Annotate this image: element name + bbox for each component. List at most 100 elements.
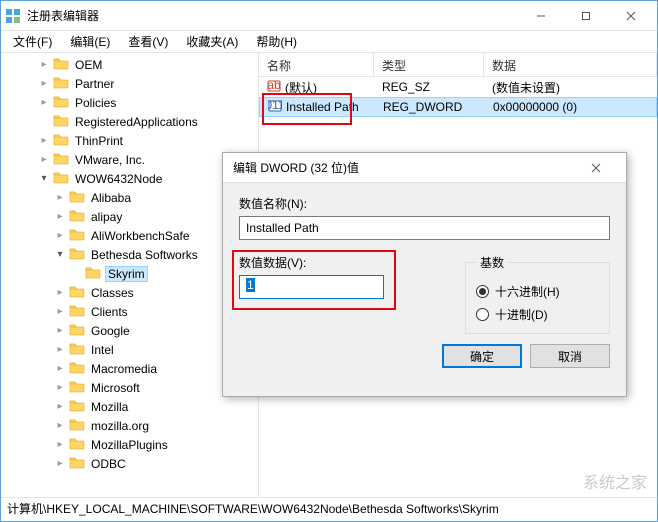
menu-edit[interactable]: 编辑(E) [62, 31, 118, 52]
regedit-icon [5, 8, 21, 24]
tree-item-alipay[interactable]: ▸ alipay [1, 207, 258, 226]
folder-icon [51, 170, 73, 187]
tree-item-mozilla-org[interactable]: ▸mozilla.org [1, 416, 258, 435]
menu-view[interactable]: 查看(V) [120, 31, 176, 52]
folder-icon [51, 113, 73, 130]
tree-item-skyrim[interactable]: Skyrim [1, 264, 258, 283]
maximize-button[interactable] [563, 2, 608, 30]
folder-icon [51, 132, 73, 149]
value-input[interactable]: 1 [239, 275, 384, 299]
folder-icon [67, 246, 89, 263]
folder-icon [67, 360, 89, 377]
radix-dec-option[interactable]: 十进制(D) [476, 306, 599, 323]
chevron-right-icon[interactable]: ▸ [53, 286, 67, 300]
chevron-right-icon[interactable]: ▸ [37, 134, 51, 148]
minimize-button[interactable] [518, 2, 563, 30]
list-header: 名称 类型 数据 [259, 53, 657, 77]
name-input[interactable] [239, 216, 610, 240]
tree-item-thinprint[interactable]: ▸ThinPrint [1, 131, 258, 150]
spacer [37, 115, 51, 129]
tree-label: Partner [73, 76, 116, 92]
tree-item-classes[interactable]: ▸ Classes [1, 283, 258, 302]
chevron-right-icon[interactable]: ▸ [53, 305, 67, 319]
titlebar: 注册表编辑器 [1, 1, 657, 31]
list-row[interactable]: 011Installed PathREG_DWORD0x00000000 (0) [259, 97, 657, 117]
column-type[interactable]: 类型 [374, 53, 484, 76]
tree-panel[interactable]: ▸OEM▸Partner▸PoliciesRegisteredApplicati… [1, 53, 259, 497]
spacer [69, 267, 83, 281]
chevron-right-icon[interactable]: ▸ [53, 324, 67, 338]
folder-icon [51, 151, 73, 168]
folder-icon [67, 417, 89, 434]
chevron-right-icon[interactable]: ▸ [37, 96, 51, 110]
folder-icon [67, 208, 89, 225]
column-data[interactable]: 数据 [484, 53, 657, 76]
svg-text:ab: ab [267, 79, 281, 92]
ok-button[interactable]: 确定 [442, 344, 522, 368]
tree-item-google[interactable]: ▸Google [1, 321, 258, 340]
tree-item-oem[interactable]: ▸OEM [1, 55, 258, 74]
column-name[interactable]: 名称 [259, 53, 374, 76]
folder-icon [51, 75, 73, 92]
chevron-right-icon[interactable]: ▸ [37, 77, 51, 91]
tree-label: Policies [73, 95, 118, 111]
chevron-right-icon[interactable]: ▸ [53, 362, 67, 376]
tree-item-aliworkbenchsafe[interactable]: ▸ AliWorkbenchSafe [1, 226, 258, 245]
close-button[interactable] [608, 2, 653, 30]
value-data: 0x00000000 (0) [485, 100, 656, 114]
tree-label: Microsoft [89, 380, 142, 396]
tree-item-clients[interactable]: ▸ Clients [1, 302, 258, 321]
tree-item-registeredapplications[interactable]: RegisteredApplications [1, 112, 258, 131]
tree-label: WOW6432Node [73, 171, 164, 187]
dialog-title: 编辑 DWORD (32 位)值 [233, 159, 576, 176]
tree-item-macromedia[interactable]: ▸Macromedia [1, 359, 258, 378]
chevron-down-icon[interactable]: ▾ [37, 172, 51, 186]
tree-item-vmware-inc-[interactable]: ▸ VMware, Inc. [1, 150, 258, 169]
chevron-right-icon[interactable]: ▸ [53, 400, 67, 414]
list-row[interactable]: ab(默认)REG_SZ(数值未设置) [259, 77, 657, 97]
reg-sz-icon: ab [267, 79, 281, 96]
chevron-right-icon[interactable]: ▸ [53, 343, 67, 357]
tree-item-mozillaplugins[interactable]: ▸MozillaPlugins [1, 435, 258, 454]
chevron-right-icon[interactable]: ▸ [53, 229, 67, 243]
tree-item-mozilla[interactable]: ▸ Mozilla [1, 397, 258, 416]
chevron-right-icon[interactable]: ▸ [37, 153, 51, 167]
menu-file[interactable]: 文件(F) [5, 31, 60, 52]
tree-item-wow6432node[interactable]: ▾ WOW6432Node [1, 169, 258, 188]
tree-item-intel[interactable]: ▸ Intel [1, 340, 258, 359]
chevron-right-icon[interactable]: ▸ [53, 419, 67, 433]
radio-unchecked-icon [476, 308, 489, 321]
menubar: 文件(F) 编辑(E) 查看(V) 收藏夹(A) 帮助(H) [1, 31, 657, 53]
dialog-close-button[interactable] [576, 154, 616, 182]
tree-item-policies[interactable]: ▸ Policies [1, 93, 258, 112]
cancel-button[interactable]: 取消 [530, 344, 610, 368]
radix-legend: 基数 [476, 254, 508, 271]
chevron-right-icon[interactable]: ▸ [53, 210, 67, 224]
chevron-right-icon[interactable]: ▸ [53, 381, 67, 395]
chevron-right-icon[interactable]: ▸ [53, 457, 67, 471]
folder-icon [67, 322, 89, 339]
menu-favorites[interactable]: 收藏夹(A) [178, 31, 246, 52]
tree-item-odbc[interactable]: ▸ODBC [1, 454, 258, 473]
tree-label: Mozilla [89, 399, 130, 415]
tree-label: Clients [89, 304, 130, 320]
chevron-right-icon[interactable]: ▸ [37, 58, 51, 72]
tree-label: VMware, Inc. [73, 152, 147, 168]
tree-label: Intel [89, 342, 116, 358]
tree-label: Classes [89, 285, 136, 301]
chevron-right-icon[interactable]: ▸ [53, 438, 67, 452]
chevron-right-icon[interactable]: ▸ [53, 191, 67, 205]
tree-item-bethesda-softworks[interactable]: ▾ Bethesda Softworks [1, 245, 258, 264]
folder-icon [67, 341, 89, 358]
tree-item-microsoft[interactable]: ▸ Microsoft [1, 378, 258, 397]
tree-label: AliWorkbenchSafe [89, 228, 192, 244]
tree-item-partner[interactable]: ▸ Partner [1, 74, 258, 93]
tree-label: Bethesda Softworks [89, 247, 200, 263]
menu-help[interactable]: 帮助(H) [248, 31, 305, 52]
folder-icon [67, 398, 89, 415]
tree-label: alipay [89, 209, 124, 225]
tree-item-alibaba[interactable]: ▸Alibaba [1, 188, 258, 207]
reg-dw-icon: 011 [268, 99, 282, 116]
chevron-down-icon[interactable]: ▾ [53, 248, 67, 262]
radix-hex-option[interactable]: 十六进制(H) [476, 283, 599, 300]
